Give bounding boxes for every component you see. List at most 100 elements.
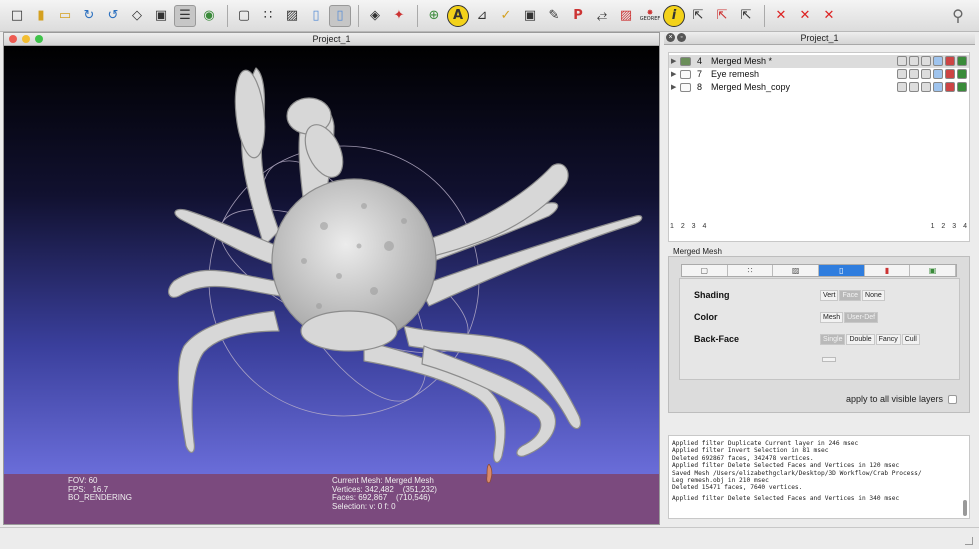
info-icon[interactable]: i [663,4,685,27]
color-map-icon[interactable]: ▨ [615,5,637,27]
axes-icon[interactable]: ✦ [388,5,410,27]
texture-toggle-icon[interactable] [945,56,955,66]
delete-faces-icon[interactable]: ✕ [794,5,816,27]
shading-face-button[interactable]: Face [839,290,862,301]
wire-toggle-icon[interactable] [921,69,931,79]
log-scrollbar[interactable] [963,500,967,516]
tab-bbox[interactable]: ▢ [682,265,728,276]
open-folder-icon[interactable]: ▭ [54,5,76,27]
globe-icon[interactable]: ◉ [198,5,220,27]
tab-points[interactable]: ∷ [728,265,774,276]
select-connected-icon[interactable]: ⇱ [735,5,757,27]
reload-icon[interactable]: ↻ [78,5,100,27]
snapshot-icon[interactable]: ▣ [150,5,172,27]
select-faces-icon[interactable]: ⇱ [711,5,733,27]
tab-wire[interactable]: ▨ [773,265,820,276]
tab-decorations[interactable]: ▣ [910,265,957,276]
layer-id: 7 [697,69,703,79]
visibility-eye-icon[interactable] [680,83,691,92]
shading-none-button[interactable]: None [862,290,885,301]
layer-pager-right[interactable]: 1 2 3 4 [931,223,967,230]
log-line: Deleted 692867 faces, 342478 vertices. [672,454,814,462]
layers-icon[interactable]: ☰ [174,4,196,27]
expand-arrow-icon[interactable]: ▶ [671,55,676,68]
resize-grip-icon[interactable] [965,537,973,545]
points-toggle-icon[interactable] [909,82,919,92]
annotation-icon[interactable]: A [447,4,469,27]
flat-lines-icon[interactable]: ▯ [305,5,327,27]
measure-icon[interactable]: ⊿ [471,5,493,27]
render-tabs: ▢ ∷ ▨ ▯ ▮ ▣ [681,264,957,277]
align-icon[interactable]: ⥄ [591,5,613,27]
paint-icon[interactable]: ✎ [543,5,565,27]
wireframe-icon[interactable]: ▨ [281,5,303,27]
layer-row[interactable]: ▶ 7 Eye remesh [669,68,969,81]
log-line: Applied filter Duplicate Current layer i… [672,440,859,447]
points-toggle-icon[interactable] [909,69,919,79]
tab-fill[interactable]: ▯ [819,265,865,276]
trackball-icon[interactable]: ⊕ [423,5,445,27]
georef-icon[interactable]: ✸ GEOREF [639,5,661,27]
float-panel-icon[interactable]: ◦ [677,33,686,42]
properties-mesh-label: Merged Mesh [673,247,722,256]
bbox-toggle-icon[interactable] [897,56,907,66]
backface-double-button[interactable]: Double [846,334,875,345]
apply-all-visible-label: apply to all visible layers [845,394,943,404]
visibility-eye-icon[interactable] [680,57,691,66]
tab-texture[interactable]: ▮ [865,265,911,276]
flat-toggle-icon[interactable] [933,82,943,92]
layer-pager-left[interactable]: 1 2 3 4 [670,223,706,230]
flat-toggle-icon[interactable] [933,69,943,79]
layer-render-tools [895,82,967,92]
decoration-toggle-icon[interactable] [957,69,967,79]
close-window-button[interactable] [9,35,17,43]
backface-fancy-button[interactable]: Fancy [875,334,901,345]
bounding-box-icon[interactable]: ▢ [233,5,255,27]
log-console[interactable]: Applied filter Duplicate Current layer i… [668,435,970,519]
delete-vertices-icon[interactable]: ✕ [770,5,792,27]
camera-icon[interactable]: ▣ [519,5,541,27]
pick-icon[interactable]: ✓ [495,5,517,27]
color-userdef-button[interactable]: User-Def [844,312,879,323]
minimize-window-button[interactable] [22,35,30,43]
close-panel-icon[interactable]: × [666,33,675,42]
backface-cull-button[interactable]: Cull [901,334,920,345]
flat-toggle-icon[interactable] [933,56,943,66]
save-icon[interactable]: ◇ [126,5,148,27]
expand-arrow-icon[interactable]: ▶ [671,81,676,94]
layer-name: Merged Mesh * [711,56,773,66]
visibility-eye-icon[interactable] [680,70,691,79]
points-icon[interactable]: ∷ [257,5,279,27]
flat-icon[interactable]: ▯ [329,4,351,27]
select-vertices-icon[interactable]: ⇱ [687,5,709,27]
shading-vert-button[interactable]: Vert [820,290,839,301]
decoration-toggle-icon[interactable] [957,56,967,66]
decoration-toggle-icon[interactable] [957,82,967,92]
point-picking-icon[interactable]: P [567,5,589,27]
search-icon[interactable]: ⚲ [947,5,969,27]
backface-options: Single Double Fancy Cull [820,334,921,345]
zoom-window-button[interactable] [35,35,43,43]
points-toggle-icon[interactable] [909,56,919,66]
lighting-icon[interactable]: ◈ [364,5,386,27]
open-project-icon[interactable]: ▮ [30,5,52,27]
color-mesh-button[interactable]: Mesh [820,312,844,323]
wire-toggle-icon[interactable] [921,82,931,92]
new-project-icon[interactable]: □ [6,5,28,27]
expand-arrow-icon[interactable]: ▶ [671,68,676,81]
layer-row[interactable]: ▶ 4 Merged Mesh * [669,55,969,68]
bbox-toggle-icon[interactable] [897,82,907,92]
color-swatch-button[interactable] [822,357,836,362]
backface-label: Back-Face [694,334,740,344]
3d-canvas[interactable] [4,46,659,474]
reload-all-icon[interactable]: ↺ [102,5,124,27]
log-line: Applied filter Delete Selected Faces and… [672,462,900,470]
wire-toggle-icon[interactable] [921,56,931,66]
layer-row[interactable]: ▶ 8 Merged Mesh_copy [669,81,969,94]
texture-toggle-icon[interactable] [945,82,955,92]
bbox-toggle-icon[interactable] [897,69,907,79]
backface-single-button[interactable]: Single [820,334,846,345]
delete-all-icon[interactable]: ✕ [818,5,840,27]
apply-all-visible-checkbox[interactable] [948,394,957,404]
texture-toggle-icon[interactable] [945,69,955,79]
